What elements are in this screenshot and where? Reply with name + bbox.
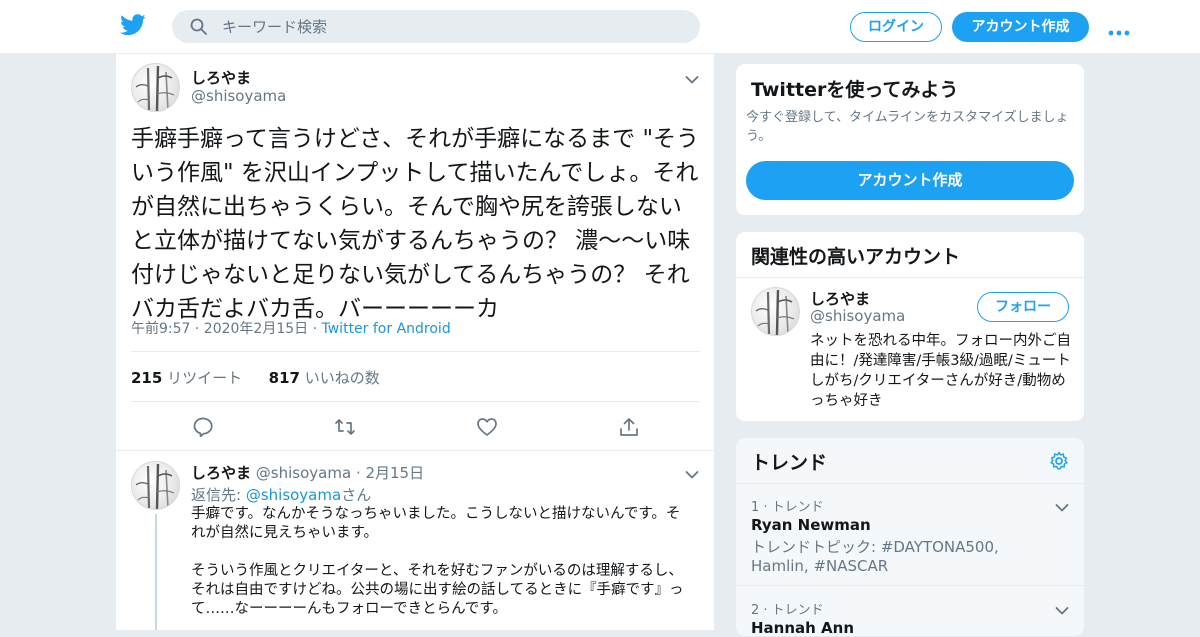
tweet-author-handle[interactable]: @shisoyama bbox=[191, 87, 286, 105]
avatar[interactable] bbox=[131, 461, 180, 510]
divider bbox=[736, 585, 1084, 586]
gear-icon[interactable] bbox=[1049, 451, 1069, 471]
more-dots-icon[interactable] bbox=[1108, 22, 1130, 36]
search-box[interactable] bbox=[172, 10, 700, 43]
reply-text: 手癖です。なんかそうなっちゃいました。こうしないと描けないんです。それが自然に見… bbox=[191, 506, 684, 617]
like-stat-label: いいねの数 bbox=[304, 369, 380, 387]
reply-to-line: 返信先: @shisoyamaさん bbox=[191, 484, 371, 505]
like-count: 817 bbox=[268, 369, 300, 387]
signup-card-title: Twitterを使ってみよう bbox=[751, 79, 959, 101]
meta-separator: · bbox=[312, 321, 318, 337]
divider bbox=[131, 401, 700, 402]
related-card-title: 関連性の高いアカウント bbox=[751, 246, 961, 268]
trend-description: トレンドトピック: #DAYTONA500, Hamlin, #NASCAR bbox=[751, 538, 999, 575]
tweet-text: 手癖手癖って言うけどさ、それが手癖になるまで "そういう作風" を沢山インプット… bbox=[131, 126, 700, 322]
thread-connector-line bbox=[155, 514, 157, 630]
tweet-stats: 215 リツイート 817 いいねの数 bbox=[131, 367, 380, 388]
signup-card-subtitle: 今すぐ登録して、タイムラインをカスタマイズしましょう。 bbox=[746, 110, 1069, 144]
trend-name[interactable]: Ryan Newman bbox=[751, 516, 871, 534]
reply-header: しろやま @shisoyama · 2月15日 bbox=[191, 462, 424, 483]
follow-button[interactable]: フォロー bbox=[977, 292, 1069, 322]
trends-card: トレンド 1 · トレンド Ryan Newman トレンドトピック: #DAY… bbox=[735, 437, 1085, 637]
divider bbox=[736, 277, 1084, 278]
divider bbox=[736, 483, 1084, 484]
retweet-stat[interactable]: 215 リツイート bbox=[131, 369, 242, 387]
chevron-down-icon[interactable] bbox=[685, 465, 699, 479]
reply-author-handle[interactable]: @shisoyama bbox=[256, 464, 351, 482]
reply-to-suffix: さん bbox=[341, 486, 372, 504]
search-icon[interactable] bbox=[190, 18, 207, 35]
retweet-icon[interactable] bbox=[334, 416, 356, 438]
signup-card-button[interactable]: アカウント作成 bbox=[746, 161, 1074, 200]
divider bbox=[131, 351, 700, 352]
tweet-timestamp[interactable]: 午前9:57 · 2020年2月15日 bbox=[131, 321, 308, 337]
tweet-column: しろやま @shisoyama 手癖手癖って言うけどさ、それが手癖になるまで "… bbox=[115, 54, 715, 630]
like-stat[interactable]: 817 いいねの数 bbox=[269, 369, 380, 387]
reply-to-prefix: 返信先: bbox=[191, 486, 246, 504]
avatar[interactable] bbox=[131, 63, 180, 112]
signup-button[interactable]: アカウント作成 bbox=[952, 12, 1089, 42]
retweet-stat-label: リツイート bbox=[167, 369, 243, 387]
tweet-meta: 午前9:57 · 2020年2月15日 · Twitter for Androi… bbox=[131, 318, 451, 338]
trends-card-title: トレンド bbox=[751, 452, 828, 474]
related-account-handle[interactable]: @shisoyama bbox=[810, 307, 905, 325]
avatar[interactable] bbox=[751, 287, 800, 336]
reply-icon[interactable] bbox=[192, 416, 214, 438]
retweet-count: 215 bbox=[131, 369, 163, 387]
chevron-down-icon[interactable] bbox=[1055, 601, 1069, 615]
like-icon[interactable] bbox=[476, 416, 498, 438]
tweet-client-link[interactable]: Twitter for Android bbox=[322, 321, 451, 337]
signup-card: Twitterを使ってみよう 今すぐ登録して、タイムラインをカスタマイズしましょ… bbox=[735, 63, 1085, 216]
login-button[interactable]: ログイン bbox=[850, 12, 942, 42]
twitter-logo-icon[interactable] bbox=[120, 14, 146, 36]
search-input[interactable] bbox=[222, 10, 682, 43]
chevron-down-icon[interactable] bbox=[1055, 498, 1069, 512]
related-account-bio: ネットを恐れる中年。フォロー内外ご自由に！/発達障害/手帳3級/過眠/ミュートし… bbox=[810, 333, 1071, 409]
trend-name[interactable]: Hannah Ann bbox=[751, 619, 854, 636]
share-icon[interactable] bbox=[618, 416, 640, 438]
chevron-down-icon[interactable] bbox=[685, 70, 699, 84]
trend-rank-label: 2 · トレンド bbox=[751, 603, 824, 618]
related-accounts-card: 関連性の高いアカウント しろやま @shisoyama フォロー ネットを恐れる… bbox=[735, 231, 1085, 422]
reply-to-mention[interactable]: @shisoyama bbox=[246, 486, 341, 504]
divider bbox=[116, 450, 714, 451]
top-navigation-bar: ログイン アカウント作成 bbox=[0, 0, 1200, 54]
reply-date[interactable]: · 2月15日 bbox=[356, 464, 424, 482]
tweet-author-name[interactable]: しろやま bbox=[191, 67, 251, 88]
related-account-name[interactable]: しろやま bbox=[810, 288, 870, 309]
reply-author-name[interactable]: しろやま bbox=[191, 464, 251, 482]
trend-rank-label: 1 · トレンド bbox=[751, 500, 824, 515]
